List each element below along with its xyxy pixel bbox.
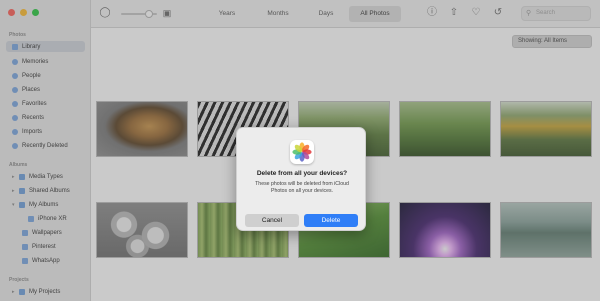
photos-app-icon bbox=[290, 140, 314, 164]
dialog-message: These photos will be deleted from iCloud… bbox=[255, 181, 349, 194]
photos-window: Photos Library Memories People Places Fa… bbox=[0, 0, 600, 301]
dialog-title: Delete from all your devices? bbox=[256, 170, 348, 177]
delete-button[interactable]: Delete bbox=[304, 214, 358, 227]
cancel-button[interactable]: Cancel bbox=[245, 214, 299, 227]
delete-confirmation-dialog: Delete from all your devices? These phot… bbox=[236, 127, 366, 231]
